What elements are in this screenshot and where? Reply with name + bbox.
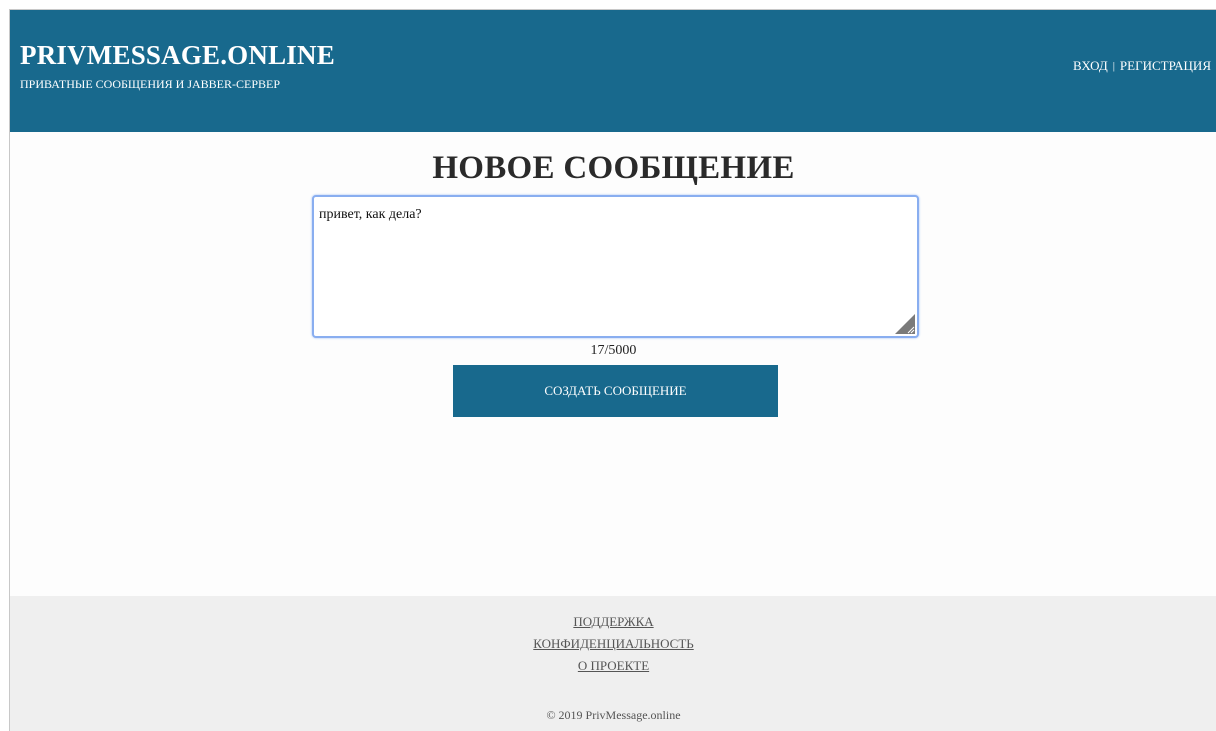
- footer-link-about[interactable]: О ПРОЕКТЕ: [578, 658, 649, 673]
- resize-grip-icon[interactable]: [895, 314, 915, 334]
- auth-nav: ВХОД | РЕГИСТРАЦИЯ: [1073, 58, 1211, 74]
- character-counter: 17/5000: [590, 343, 637, 358]
- register-link[interactable]: РЕГИСТРАЦИЯ: [1120, 58, 1211, 73]
- copyright-text: © 2019 PrivMessage.online: [546, 708, 681, 722]
- footer-link-privacy[interactable]: КОНФИДЕНЦИАЛЬНОСТЬ: [533, 636, 693, 651]
- site-subtitle: ПРИВАТНЫЕ СООБЩЕНИЯ И JABBER-СЕРВЕР: [20, 77, 281, 91]
- site-title[interactable]: PRIVMESSAGE.ONLINE: [20, 40, 335, 71]
- login-link[interactable]: ВХОД: [1073, 58, 1108, 73]
- footer-link-support[interactable]: ПОДДЕРЖКА: [573, 614, 653, 629]
- message-field-wrapper: [312, 195, 919, 338]
- page-title: НОВОЕ СООБЩЕНИЕ: [432, 150, 795, 186]
- footer-link-support-wrap: ПОДДЕРЖКА: [10, 614, 1216, 630]
- auth-separator: |: [1112, 60, 1115, 72]
- site-header: PRIVMESSAGE.ONLINE ПРИВАТНЫЕ СООБЩЕНИЯ И…: [10, 10, 1216, 132]
- footer-link-privacy-wrap: КОНФИДЕНЦИАЛЬНОСТЬ: [10, 636, 1216, 652]
- message-textarea[interactable]: [314, 197, 917, 336]
- create-message-button[interactable]: СОЗДАТЬ СООБЩЕНИЕ: [453, 365, 778, 417]
- footer-link-about-wrap: О ПРОЕКТЕ: [10, 658, 1216, 674]
- browser-viewport: PRIVMESSAGE.ONLINE ПРИВАТНЫЕ СООБЩЕНИЯ И…: [9, 9, 1216, 731]
- site-footer: ПОДДЕРЖКА КОНФИДЕНЦИАЛЬНОСТЬ О ПРОЕКТЕ ©…: [10, 596, 1216, 731]
